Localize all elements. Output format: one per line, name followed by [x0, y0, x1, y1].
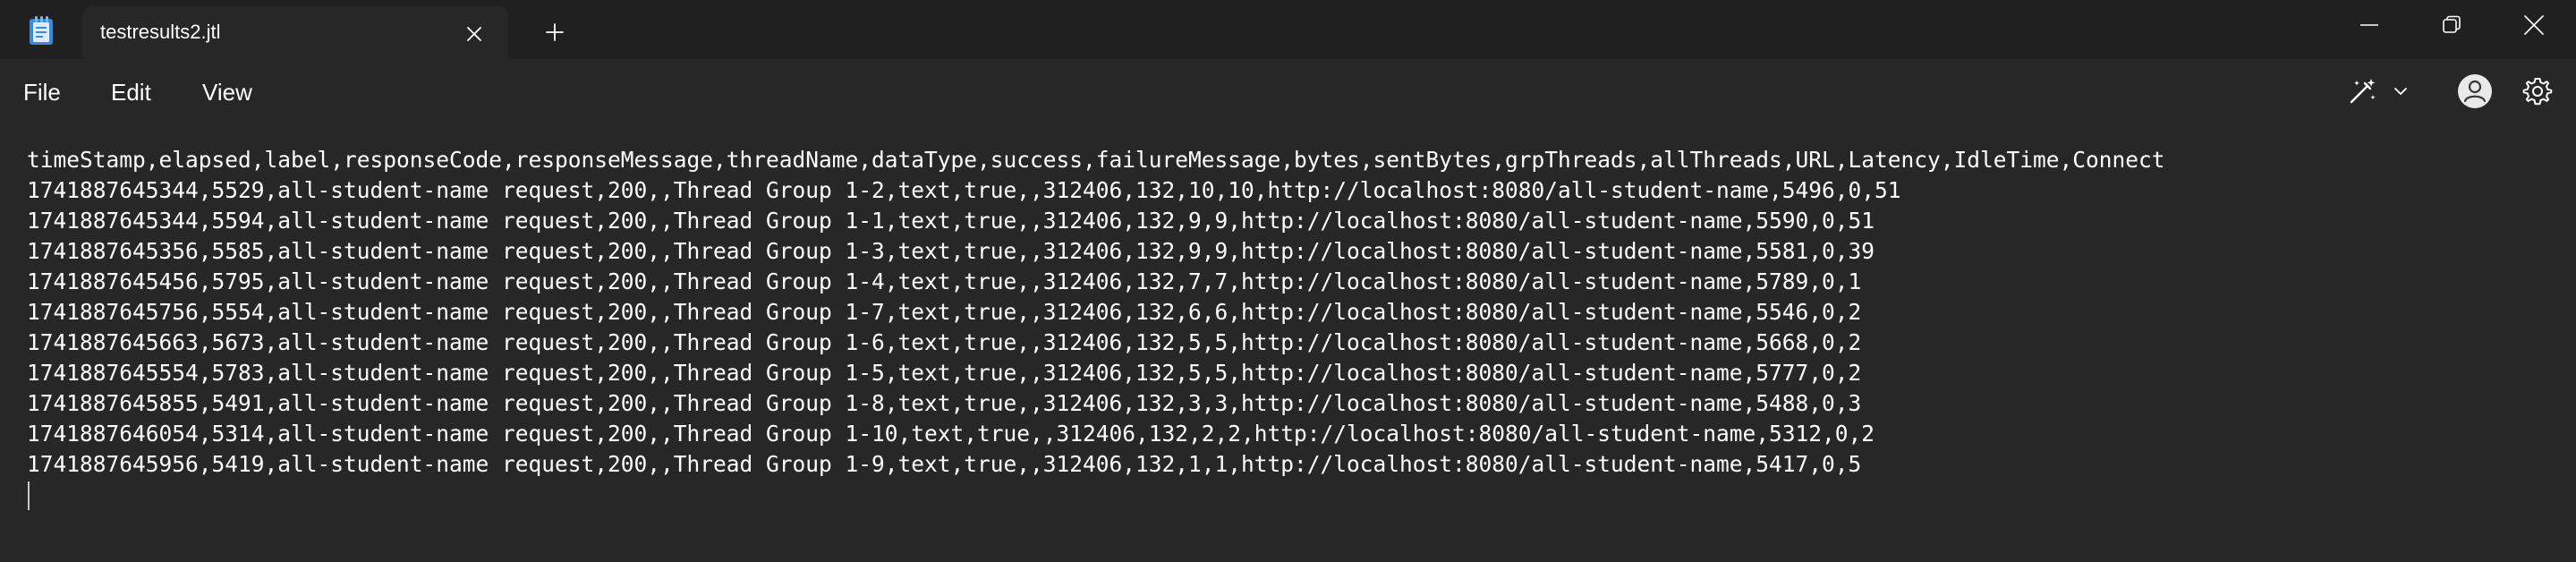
notepad-window: testresults2.jtl File Edit View timeStam…	[0, 0, 2576, 562]
close-icon	[2524, 15, 2544, 35]
text-line: 1741887645356,5585,all-student-name requ…	[27, 238, 1875, 264]
tab-title: testresults2.jtl	[100, 21, 221, 43]
text-line: 1741887645855,5491,all-student-name requ…	[27, 390, 1862, 416]
menu-view[interactable]: View	[202, 75, 252, 110]
settings-button[interactable]	[2518, 72, 2557, 111]
chevron-down-icon	[2394, 88, 2407, 95]
menu-edit[interactable]: Edit	[111, 75, 151, 110]
minimize-icon	[2360, 24, 2378, 26]
text-editor[interactable]: timeStamp,elapsed,label,responseCode,res…	[0, 123, 2576, 562]
text-line: 1741887646054,5314,all-student-name requ…	[27, 421, 1875, 447]
account-icon	[2458, 74, 2492, 108]
gear-icon	[2522, 78, 2553, 106]
account-button[interactable]	[2455, 72, 2495, 111]
close-icon	[467, 27, 481, 41]
text-line: 1741887645956,5419,all-student-name requ…	[27, 451, 1862, 477]
text-line: 1741887645756,5554,all-student-name requ…	[27, 299, 1862, 325]
text-line: 1741887645344,5529,all-student-name requ…	[27, 177, 1901, 203]
text-line: 1741887645663,5673,all-student-name requ…	[27, 329, 1862, 355]
document-text[interactable]: timeStamp,elapsed,label,responseCode,res…	[27, 145, 2559, 480]
copilot-button[interactable]	[2346, 72, 2418, 111]
minimize-button[interactable]	[2328, 0, 2410, 50]
text-caret	[28, 481, 30, 510]
text-line: 1741887645554,5783,all-student-name requ…	[27, 360, 1862, 386]
notepad-icon	[25, 14, 57, 47]
text-line: 1741887645344,5594,all-student-name requ…	[27, 208, 1875, 234]
menu-bar: File Edit View	[0, 59, 2576, 123]
restore-button[interactable]	[2410, 0, 2493, 50]
tab-close-button[interactable]	[458, 18, 490, 50]
title-bar: testresults2.jtl	[0, 0, 2576, 59]
menu-file[interactable]: File	[23, 75, 61, 110]
text-line: timeStamp,elapsed,label,responseCode,res…	[27, 147, 2165, 173]
window-close-button[interactable]	[2493, 0, 2575, 50]
new-tab-button[interactable]	[537, 14, 573, 50]
restore-icon	[2443, 15, 2461, 33]
tab-testresults[interactable]: testresults2.jtl	[82, 5, 508, 59]
text-line: 1741887645456,5795,all-student-name requ…	[27, 268, 1862, 294]
copilot-icon	[2350, 79, 2376, 104]
plus-icon	[546, 23, 564, 41]
